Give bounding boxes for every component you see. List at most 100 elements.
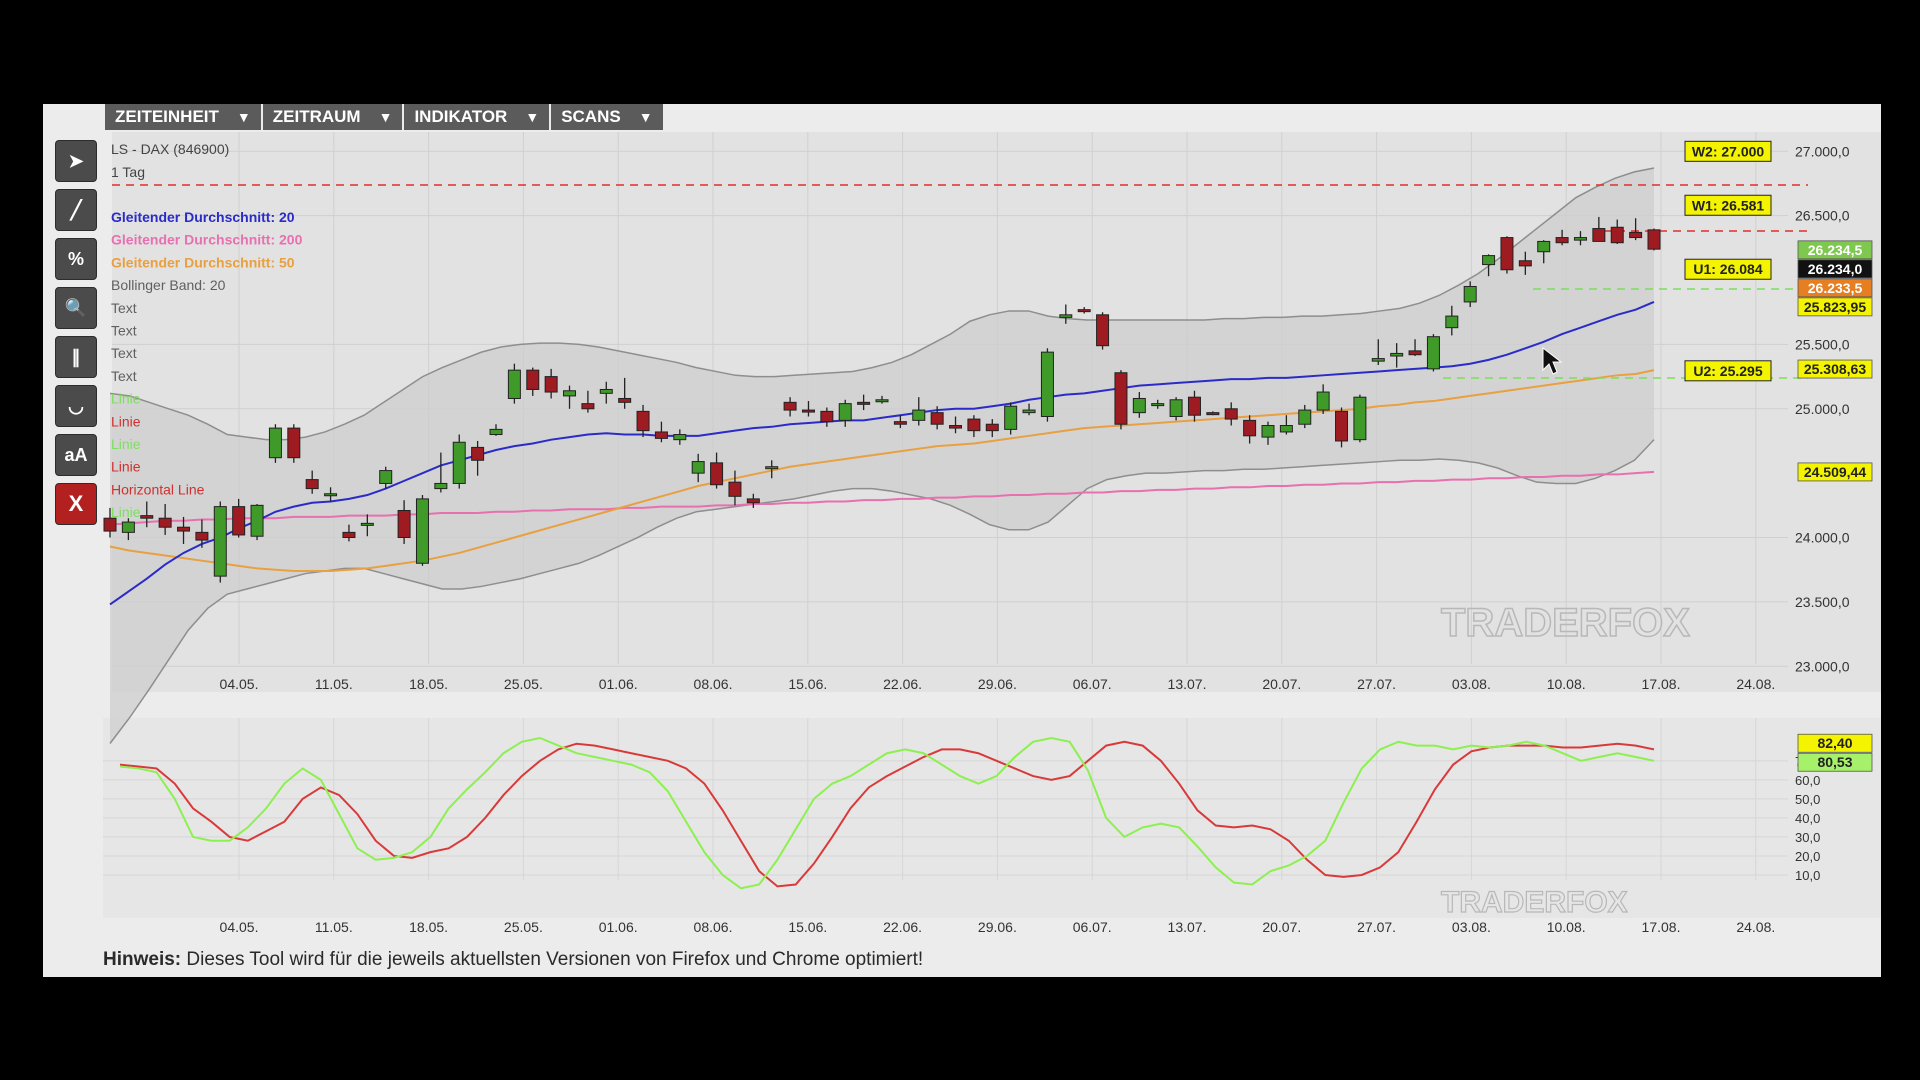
- axis-value-tag: 26.234,5: [1797, 240, 1873, 260]
- x-tick-label: 08.06.: [694, 919, 733, 935]
- legend-entry[interactable]: Text: [111, 300, 137, 316]
- x-tick-label: 11.05.: [315, 919, 353, 935]
- interval-label: 1 Tag: [111, 164, 145, 180]
- price-level-label[interactable]: U1: 26.084: [1684, 258, 1772, 280]
- x-tick-label: 27.07.: [1357, 676, 1396, 692]
- x-tick-label: 22.06.: [883, 676, 922, 692]
- candle[interactable]: [507, 363, 521, 404]
- x-tick-label: 01.06.: [599, 919, 638, 935]
- legend-entry[interactable]: Gleitender Durchschnitt: 200: [111, 232, 303, 248]
- legend-entry[interactable]: Text: [111, 323, 137, 339]
- axis-value-tag: 80,53: [1797, 752, 1873, 772]
- candle[interactable]: [452, 434, 466, 489]
- legend-entry[interactable]: Horizontal Line: [111, 481, 205, 497]
- y-tick-label: 23.000,0: [1795, 658, 1850, 674]
- svg-text:24.509,44: 24.509,44: [1804, 464, 1866, 480]
- legend-entry[interactable]: Linie: [111, 459, 141, 475]
- y-tick-label: 40,0: [1795, 811, 1820, 826]
- svg-text:U1: 26.084: U1: 26.084: [1693, 261, 1762, 277]
- x-tick-label: 17.08.: [1642, 919, 1681, 935]
- candle[interactable]: [250, 504, 264, 541]
- x-tick-label: 13.07.: [1168, 676, 1207, 692]
- candle[interactable]: [213, 501, 227, 583]
- watermark-osc: TRADERFOX: [1441, 886, 1628, 919]
- candle[interactable]: [1353, 394, 1367, 443]
- candle[interactable]: [1169, 397, 1183, 421]
- x-tick-label: 04.05.: [220, 919, 259, 935]
- x-tick-label: 20.07.: [1262, 919, 1301, 935]
- axis-value-tag: 26.234,0: [1797, 259, 1873, 279]
- x-tick-label: 01.06.: [599, 676, 638, 692]
- x-tick-label: 06.07.: [1073, 676, 1112, 692]
- y-tick-label: 25.500,0: [1795, 336, 1850, 352]
- x-tick-label: 24.08.: [1736, 676, 1775, 692]
- x-tick-label: 29.06.: [978, 919, 1017, 935]
- instrument-title: LS - DAX (846900): [111, 141, 229, 157]
- x-tick-label: 15.06.: [788, 919, 827, 935]
- svg-text:U2: 25.295: U2: 25.295: [1693, 363, 1762, 379]
- legend-entry[interactable]: Linie: [111, 504, 141, 520]
- x-tick-label: 08.06.: [694, 676, 733, 692]
- x-tick-label: 03.08.: [1452, 919, 1491, 935]
- legend-entry[interactable]: Gleitender Durchschnitt: 20: [111, 209, 295, 225]
- candle[interactable]: [1096, 312, 1110, 350]
- x-tick-label: 17.08.: [1642, 676, 1681, 692]
- x-tick-label: 03.08.: [1452, 676, 1491, 692]
- axis-value-tag: 25.823,95: [1797, 297, 1873, 317]
- y-tick-label: 27.000,0: [1795, 143, 1850, 159]
- legend-entry[interactable]: Linie: [111, 413, 141, 429]
- price-level-label[interactable]: W2: 27.000: [1684, 140, 1772, 162]
- candle[interactable]: [1040, 348, 1054, 422]
- svg-text:25.308,63: 25.308,63: [1804, 361, 1866, 377]
- legend-entry[interactable]: Gleitender Durchschnitt: 50: [111, 254, 295, 270]
- y-tick-label: 24.000,0: [1795, 530, 1850, 546]
- svg-text:82,40: 82,40: [1817, 735, 1852, 751]
- axis-value-tag: 25.308,63: [1797, 359, 1873, 379]
- x-tick-label: 13.07.: [1168, 919, 1207, 935]
- x-tick-label: 11.05.: [315, 676, 353, 692]
- candle[interactable]: [268, 424, 282, 463]
- x-tick-label: 06.07.: [1073, 919, 1112, 935]
- svg-text:26.234,0: 26.234,0: [1808, 261, 1863, 277]
- price-level-label[interactable]: W1: 26.581: [1684, 194, 1772, 216]
- x-tick-label: 10.08.: [1547, 919, 1586, 935]
- candle[interactable]: [1500, 236, 1514, 274]
- x-tick-label: 25.05.: [504, 676, 543, 692]
- candle[interactable]: [1335, 407, 1349, 448]
- x-tick-label: 24.08.: [1736, 919, 1775, 935]
- y-tick-label: 50,0: [1795, 792, 1820, 807]
- axis-value-tag: 82,40: [1797, 733, 1873, 753]
- candle[interactable]: [415, 495, 429, 566]
- axis-value-tag: 26.233,5: [1797, 278, 1873, 298]
- x-tick-label: 25.05.: [504, 919, 543, 935]
- chart-area[interactable]: 04.05. 11.05. 18.05. 25.05. 01.06. 08.06. 15.0…: [43, 104, 1881, 977]
- candle[interactable]: [287, 424, 301, 463]
- legend-entry[interactable]: Linie: [111, 391, 141, 407]
- price-level-label[interactable]: U2: 25.295: [1684, 360, 1772, 382]
- watermark-main: TRADERFOX: [1441, 601, 1690, 645]
- y-tick-label: 23.500,0: [1795, 594, 1850, 610]
- x-tick-label: 15.06.: [788, 676, 827, 692]
- legend-entry[interactable]: Bollinger Band: 20: [111, 277, 226, 293]
- candle[interactable]: [1114, 370, 1128, 430]
- svg-text:25.823,95: 25.823,95: [1804, 299, 1866, 315]
- x-tick-label: 04.05.: [220, 676, 259, 692]
- candle[interactable]: [1647, 228, 1661, 251]
- svg-text:W2: 27.000: W2: 27.000: [1692, 143, 1765, 159]
- svg-text:26.233,5: 26.233,5: [1808, 280, 1863, 296]
- candle[interactable]: [1004, 402, 1018, 435]
- oscillator-x-axis: 04.05. 11.05. 18.05. 25.05. 01.06. 08.06. 15.0…: [220, 919, 1776, 935]
- legend-entry[interactable]: Text: [111, 368, 137, 384]
- x-tick-label: 18.05.: [409, 676, 448, 692]
- candle[interactable]: [1426, 334, 1440, 372]
- svg-text:80,53: 80,53: [1817, 754, 1852, 770]
- y-tick-label: 25.000,0: [1795, 401, 1850, 417]
- legend-entry[interactable]: Text: [111, 345, 137, 361]
- legend-entry[interactable]: Linie: [111, 436, 141, 452]
- y-tick-label: 20,0: [1795, 849, 1820, 864]
- chart-app: ZEITEINHEIT ▼ ZEITRAUM ▼ INDIKATOR ▼ SCANS ▼…: [43, 104, 1881, 977]
- svg-text:26.234,5: 26.234,5: [1808, 242, 1863, 258]
- browser-notice: Hinweis: Dieses Tool wird für die jeweil…: [103, 949, 924, 970]
- oscillator-y-axis: 70,060,050,040,030,020,010,0: [1795, 754, 1820, 883]
- price-y-axis: 27.000,0 26.500,0 25.500,0 25.000,0 24.000,0…: [1795, 143, 1850, 674]
